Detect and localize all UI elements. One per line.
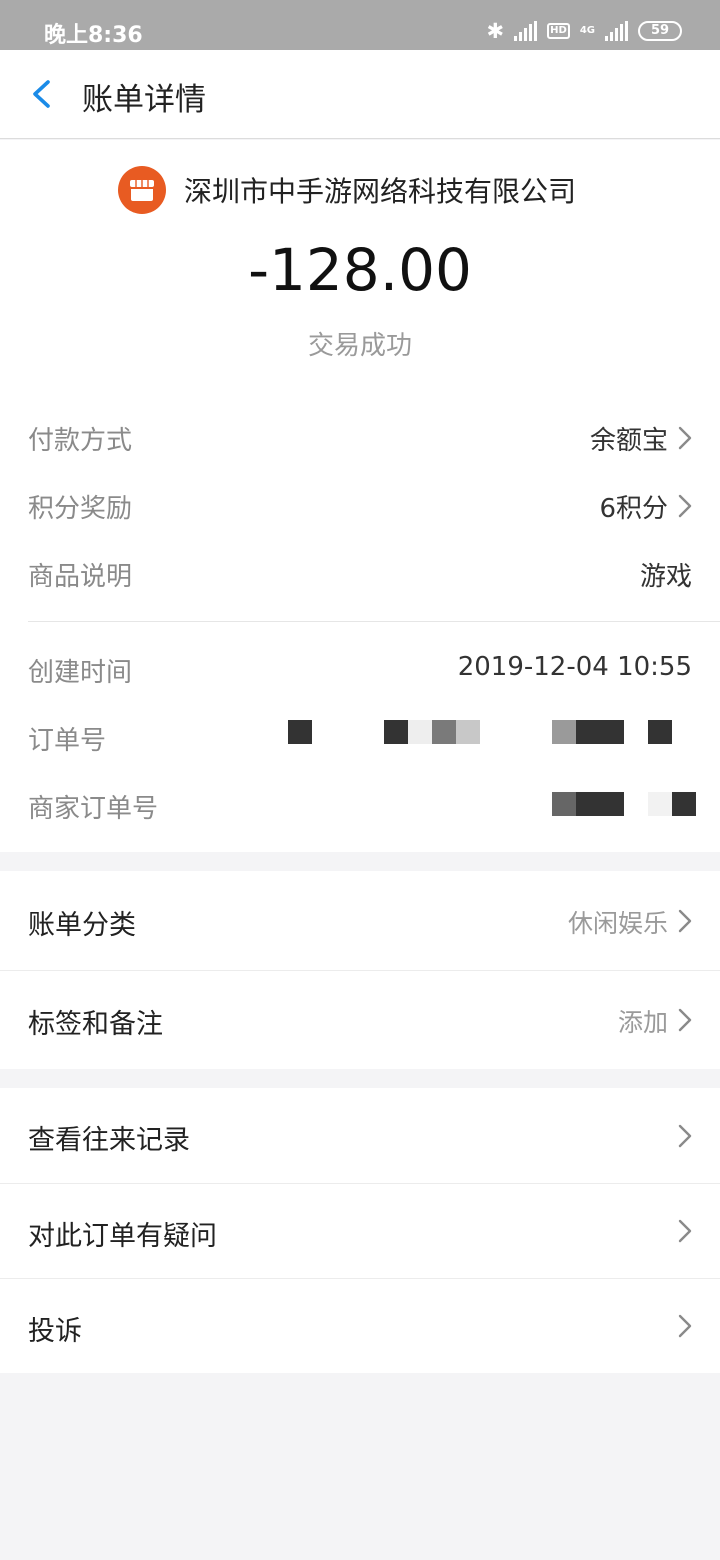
created-time-row: 创建时间 2019-12-04 10:55 bbox=[0, 648, 720, 688]
complaint-label: 投诉 bbox=[28, 1316, 82, 1347]
chevron-right-icon bbox=[678, 1219, 692, 1243]
order-number-row: 订单号 bbox=[0, 716, 720, 756]
battery-icon: 59 bbox=[638, 21, 682, 41]
signal-icon-2 bbox=[605, 21, 628, 41]
created-time-label: 创建时间 bbox=[28, 658, 133, 688]
order-question-row[interactable]: 对此订单有疑问 bbox=[0, 1184, 720, 1278]
section-divider bbox=[28, 621, 720, 622]
chevron-right-icon bbox=[678, 1124, 692, 1148]
created-time-value: 2019-12-04 10:55 bbox=[457, 652, 692, 682]
nav-bar: 账单详情 bbox=[0, 50, 720, 139]
merchant-order-number-row: 商家订单号 bbox=[0, 784, 720, 824]
points-reward-value: 6积分 bbox=[599, 494, 668, 524]
chevron-right-icon bbox=[678, 1008, 692, 1032]
tags-notes-label: 标签和备注 bbox=[28, 1009, 163, 1040]
merchant-order-number-label: 商家订单号 bbox=[28, 794, 159, 824]
transaction-status: 交易成功 bbox=[307, 331, 412, 361]
chevron-right-icon bbox=[678, 426, 692, 450]
chevron-right-icon bbox=[678, 494, 692, 518]
bluetooth-icon: ✱ bbox=[486, 18, 505, 43]
store-icon bbox=[118, 166, 166, 214]
status-icons: ✱ HD 4G 59 bbox=[487, 17, 682, 45]
4g-signal-icon: 4G bbox=[579, 25, 595, 36]
chevron-left-icon bbox=[33, 80, 50, 108]
order-number-label: 订单号 bbox=[28, 726, 107, 756]
payment-method-row[interactable]: 付款方式 余额宝 bbox=[0, 416, 720, 456]
status-time: 晚上8:36 bbox=[44, 23, 143, 48]
tags-notes-row[interactable]: 标签和备注 添加 bbox=[0, 971, 720, 1069]
chevron-right-icon bbox=[678, 1314, 692, 1338]
payment-method-label: 付款方式 bbox=[28, 426, 133, 456]
complaint-row[interactable]: 投诉 bbox=[0, 1279, 720, 1373]
hd-icon: HD bbox=[547, 23, 570, 39]
bill-category-label: 账单分类 bbox=[28, 910, 136, 941]
product-description-label: 商品说明 bbox=[28, 562, 133, 592]
chevron-right-icon bbox=[678, 909, 692, 933]
merchant-name: 深圳市中手游网络科技有限公司 bbox=[184, 175, 577, 208]
back-button[interactable] bbox=[24, 72, 68, 116]
payment-method-value: 余额宝 bbox=[589, 426, 668, 456]
view-history-row[interactable]: 查看往来记录 bbox=[0, 1088, 720, 1183]
bill-category-value: 休闲娱乐 bbox=[567, 909, 668, 938]
points-reward-row[interactable]: 积分奖励 6积分 bbox=[0, 484, 720, 524]
status-bar: 晚上8:36 ✱ HD 4G 59 bbox=[0, 0, 720, 50]
points-reward-label: 积分奖励 bbox=[28, 494, 133, 524]
order-question-label: 对此订单有疑问 bbox=[28, 1221, 217, 1252]
bill-category-row[interactable]: 账单分类 休闲娱乐 bbox=[0, 871, 720, 970]
signal-icon bbox=[514, 21, 538, 41]
page-title: 账单详情 bbox=[82, 82, 206, 118]
view-history-label: 查看往来记录 bbox=[28, 1125, 190, 1156]
product-description-row: 商品说明 游戏 bbox=[0, 552, 720, 592]
transaction-amount: -128.00 bbox=[248, 236, 472, 304]
merchant-row: 深圳市中手游网络科技有限公司 bbox=[118, 166, 576, 214]
product-description-value: 游戏 bbox=[639, 562, 692, 592]
tags-notes-value: 添加 bbox=[617, 1008, 668, 1037]
